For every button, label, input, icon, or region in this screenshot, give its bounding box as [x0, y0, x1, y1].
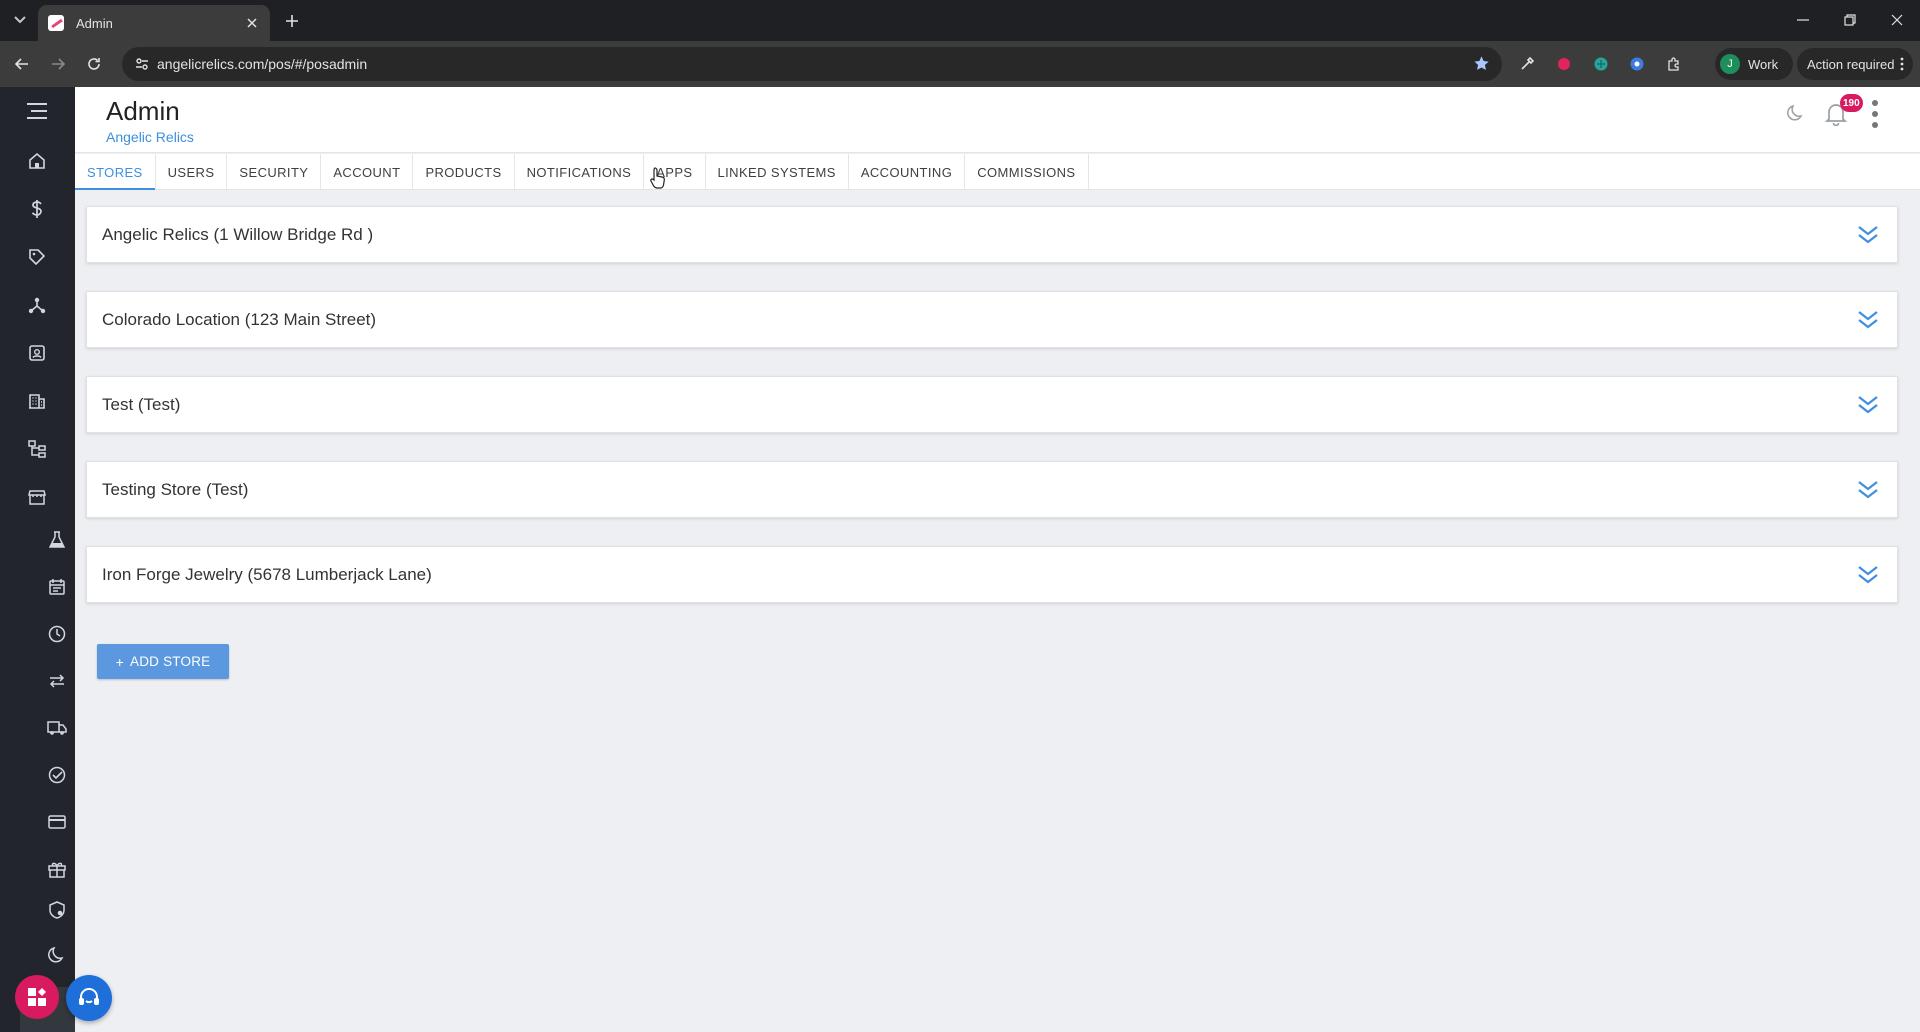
profile-button[interactable]: J Work	[1715, 48, 1793, 80]
site-favicon-icon	[48, 15, 64, 31]
support-headset-button[interactable]	[66, 975, 112, 1021]
notification-count-badge: 190	[1840, 94, 1863, 112]
expand-chevron-icon[interactable]	[1857, 224, 1879, 246]
admin-tabs-bar: STORES USERS SECURITY ACCOUNT PRODUCTS N…	[75, 154, 1920, 190]
record-extension-icon[interactable]	[1552, 52, 1576, 76]
eyedropper-extension-icon[interactable]	[1515, 52, 1539, 76]
truck-icon[interactable]	[45, 716, 69, 740]
store-name: Angelic Relics (1 Willow Bridge Rd )	[102, 224, 374, 244]
address-bar[interactable]: angelicrelics.com/pos/#/posadmin	[122, 47, 1502, 81]
tab-search-icon[interactable]	[8, 9, 32, 31]
store-name: Test (Test)	[102, 394, 181, 414]
new-tab-icon[interactable]	[280, 9, 304, 33]
reload-icon[interactable]	[82, 52, 106, 76]
building-icon[interactable]	[25, 389, 49, 413]
store-panel[interactable]: Angelic Relics (1 Willow Bridge Rd )	[86, 206, 1898, 263]
add-store-label: ADD STORE	[130, 654, 211, 669]
plus-icon: +	[115, 653, 125, 670]
action-required-button[interactable]: Action required	[1797, 48, 1913, 80]
browser-tab-strip: Admin	[0, 0, 1920, 41]
tab-security[interactable]: SECURITY	[227, 154, 322, 190]
restore-icon[interactable]	[1835, 8, 1865, 32]
store-panel[interactable]: Iron Forge Jewelry (5678 Lumberjack Lane…	[86, 546, 1898, 603]
gift-icon[interactable]	[45, 857, 69, 881]
admin-shield-icon[interactable]	[45, 898, 69, 922]
home-icon[interactable]	[25, 149, 49, 173]
tab-stores[interactable]: STORES	[75, 154, 156, 190]
action-required-label: Action required	[1807, 56, 1895, 72]
store-icon[interactable]	[25, 485, 49, 509]
ai-extension-icon[interactable]	[1589, 52, 1613, 76]
tab-products[interactable]: PRODUCTS	[413, 154, 515, 190]
transfer-icon[interactable]	[45, 669, 69, 693]
gear-extension-icon[interactable]	[1625, 52, 1649, 76]
site-settings-icon[interactable]	[134, 56, 150, 72]
calendar-icon[interactable]	[45, 575, 69, 599]
store-name: Iron Forge Jewelry (5678 Lumberjack Lane…	[102, 564, 432, 584]
store-list: Angelic Relics (1 Willow Bridge Rd ) Col…	[86, 206, 1898, 631]
dollar-icon[interactable]	[25, 197, 49, 221]
lab-flask-icon[interactable]	[45, 528, 69, 552]
add-store-button[interactable]: + ADD STORE	[97, 644, 229, 679]
expand-chevron-icon[interactable]	[1857, 479, 1879, 501]
store-panel[interactable]: Test (Test)	[86, 376, 1898, 433]
credit-card-icon[interactable]	[45, 810, 69, 834]
store-name: Colorado Location (123 Main Street)	[102, 309, 377, 329]
dark-mode-icon[interactable]	[1787, 104, 1805, 122]
store-name: Testing Store (Test)	[102, 479, 249, 499]
extensions-puzzle-icon[interactable]	[1662, 52, 1686, 76]
tab-notifications[interactable]: NOTIFICATIONS	[515, 154, 645, 190]
tab-commissions[interactable]: COMMISSIONS	[965, 154, 1089, 190]
mouse-pointer-icon	[650, 167, 666, 189]
browser-tab-title: Admin	[76, 15, 113, 31]
expand-chevron-icon[interactable]	[1857, 394, 1879, 416]
profile-avatar: J	[1720, 54, 1740, 74]
expand-chevron-icon[interactable]	[1857, 564, 1879, 586]
store-panel[interactable]: Testing Store (Test)	[86, 461, 1898, 518]
menu-icon[interactable]	[25, 99, 49, 123]
tab-account[interactable]: ACCOUNT	[321, 154, 414, 190]
close-window-icon[interactable]	[1882, 8, 1912, 32]
contact-card-icon[interactable]	[25, 341, 49, 365]
forward-icon[interactable]	[46, 52, 70, 76]
store-panel[interactable]: Colorado Location (123 Main Street)	[86, 291, 1898, 348]
browser-toolbar: angelicrelics.com/pos/#/posadmin J Work …	[0, 41, 1920, 87]
back-icon[interactable]	[10, 52, 34, 76]
expand-chevron-icon[interactable]	[1857, 309, 1879, 331]
tag-icon[interactable]	[25, 245, 49, 269]
url-text: angelicrelics.com/pos/#/posadmin	[157, 56, 368, 72]
admin-tabs: STORES USERS SECURITY ACCOUNT PRODUCTS N…	[75, 154, 1089, 190]
app-header: Admin Angelic Relics 190	[75, 87, 1920, 153]
minimize-icon[interactable]	[1788, 8, 1818, 32]
bookmark-star-icon[interactable]	[1473, 55, 1490, 72]
tab-accounting[interactable]: ACCOUNTING	[849, 154, 966, 190]
browser-menu-icon[interactable]	[1900, 57, 1904, 71]
browser-tab[interactable]: Admin	[38, 5, 270, 41]
page-title: Admin	[106, 96, 180, 126]
account-subtitle-link[interactable]: Angelic Relics	[106, 129, 194, 145]
close-tab-icon[interactable]	[242, 13, 262, 33]
moon-icon[interactable]	[45, 943, 69, 967]
category-tree-icon[interactable]	[25, 437, 49, 461]
tab-users[interactable]: USERS	[156, 154, 228, 190]
clock-icon[interactable]	[45, 622, 69, 646]
profile-label: Work	[1748, 56, 1779, 72]
apps-grid-button[interactable]	[15, 975, 59, 1019]
tab-linked-systems[interactable]: LINKED SYSTEMS	[706, 154, 849, 190]
more-vert-icon[interactable]	[1872, 99, 1878, 129]
app-sidebar	[0, 87, 75, 1032]
hierarchy-icon[interactable]	[25, 293, 49, 317]
check-circle-icon[interactable]	[45, 763, 69, 787]
